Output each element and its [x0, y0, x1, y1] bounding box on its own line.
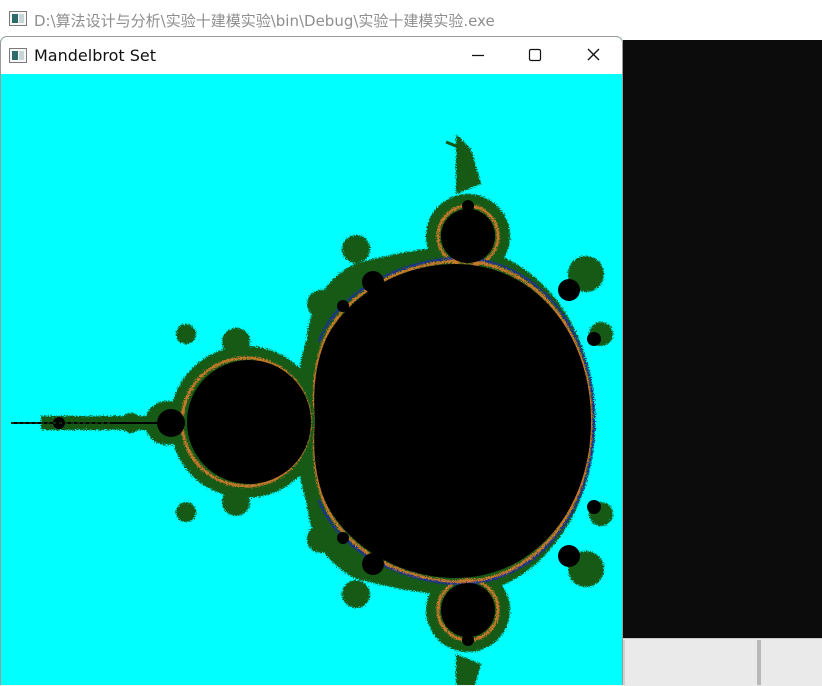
window-edge [623, 640, 625, 685]
console-output-area[interactable] [623, 40, 822, 638]
app-window-icon [9, 48, 27, 63]
close-button[interactable] [564, 37, 622, 74]
console-window-bottom [623, 638, 822, 686]
mandelbrot-canvas-area[interactable] [1, 74, 622, 685]
maximize-icon [528, 48, 542, 62]
close-icon [587, 48, 600, 61]
maximize-button[interactable] [506, 37, 564, 74]
console-window-title: D:\算法设计与分析\实验十建模实验\bin\Debug\实验十建模实验.exe [34, 12, 495, 30]
scrollbar-edge [757, 640, 761, 685]
mandelbrot-window-titlebar[interactable]: Mandelbrot Set [1, 37, 622, 74]
minimize-icon [472, 54, 484, 57]
minimize-button[interactable] [448, 37, 506, 74]
window-title: Mandelbrot Set [34, 46, 156, 65]
mandelbrot-window[interactable]: Mandelbrot Set [0, 36, 623, 685]
app-window-icon [9, 11, 27, 26]
console-window-titlebar[interactable]: D:\算法设计与分析\实验十建模实验\bin\Debug\实验十建模实验.exe [0, 0, 822, 41]
mandelbrot-fractal [11, 134, 613, 685]
